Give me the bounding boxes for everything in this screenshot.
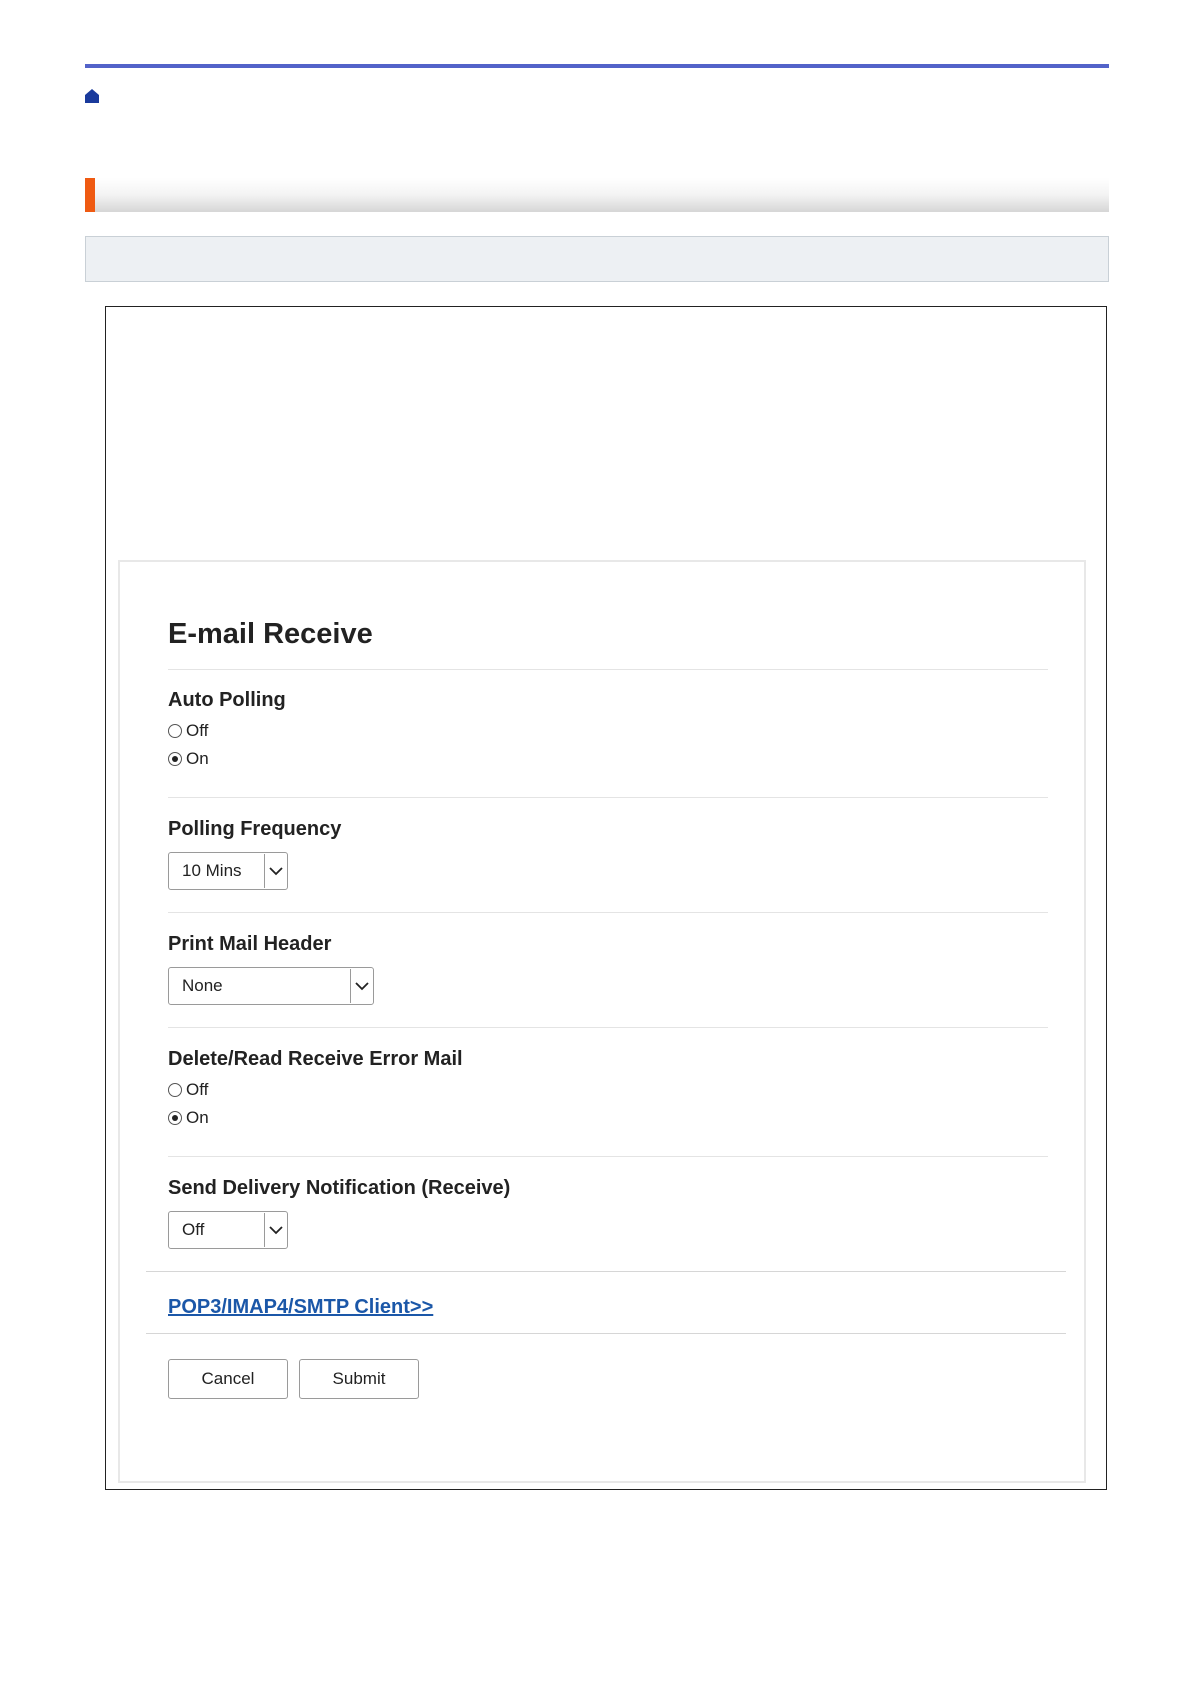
divider: [168, 1156, 1048, 1157]
divider: [168, 797, 1048, 798]
polling-frequency-label: Polling Frequency: [168, 818, 342, 840]
divider: [146, 1271, 1066, 1272]
pop3-imap4-smtp-client-link[interactable]: POP3/IMAP4/SMTP Client>>: [168, 1296, 433, 1319]
delete-read-error-mail-off-option[interactable]: Off: [168, 1080, 208, 1100]
auto-polling-off-option[interactable]: Off: [168, 721, 208, 741]
divider: [168, 1027, 1048, 1028]
send-delivery-notification-value: Off: [182, 1220, 205, 1239]
auto-polling-off-label: Off: [186, 721, 209, 740]
chevron-down-icon[interactable]: [264, 854, 287, 888]
divider: [168, 669, 1048, 670]
settings-panel: E-mail Receive Auto Polling Off On Polli…: [118, 560, 1086, 1483]
section-accent: [85, 178, 95, 212]
delete-read-error-mail-on-label: On: [186, 1108, 209, 1127]
delete-read-error-mail-off-label: Off: [186, 1080, 209, 1099]
auto-polling-on-radio[interactable]: [168, 752, 182, 766]
top-rule: [85, 64, 1109, 68]
auto-polling-on-option[interactable]: On: [168, 749, 209, 769]
print-mail-header-value: None: [182, 976, 223, 995]
auto-polling-off-radio[interactable]: [168, 724, 182, 738]
info-box: [85, 236, 1109, 282]
send-delivery-notification-select[interactable]: Off: [168, 1211, 288, 1249]
submit-button[interactable]: Submit: [299, 1359, 419, 1399]
delete-read-error-mail-off-radio[interactable]: [168, 1083, 182, 1097]
chevron-down-icon[interactable]: [350, 969, 373, 1003]
delete-read-error-mail-on-option[interactable]: On: [168, 1108, 209, 1128]
print-mail-header-select[interactable]: None: [168, 967, 374, 1005]
chevron-down-icon[interactable]: [264, 1213, 287, 1247]
print-mail-header-label: Print Mail Header: [168, 933, 332, 955]
send-delivery-notification-label: Send Delivery Notification (Receive): [168, 1177, 511, 1199]
divider: [146, 1333, 1066, 1334]
section-header-bar: [85, 178, 1109, 212]
polling-frequency-select[interactable]: 10 Mins: [168, 852, 288, 890]
polling-frequency-value: 10 Mins: [182, 861, 242, 880]
divider: [168, 912, 1048, 913]
cancel-button[interactable]: Cancel: [168, 1359, 288, 1399]
delete-read-error-mail-label: Delete/Read Receive Error Mail: [168, 1048, 463, 1070]
auto-polling-on-label: On: [186, 749, 209, 768]
home-icon[interactable]: [84, 88, 100, 104]
delete-read-error-mail-on-radio[interactable]: [168, 1111, 182, 1125]
screenshot-frame: E-mail Receive Auto Polling Off On Polli…: [105, 306, 1107, 1490]
page-title: E-mail Receive: [168, 618, 373, 650]
auto-polling-label: Auto Polling: [168, 689, 286, 711]
